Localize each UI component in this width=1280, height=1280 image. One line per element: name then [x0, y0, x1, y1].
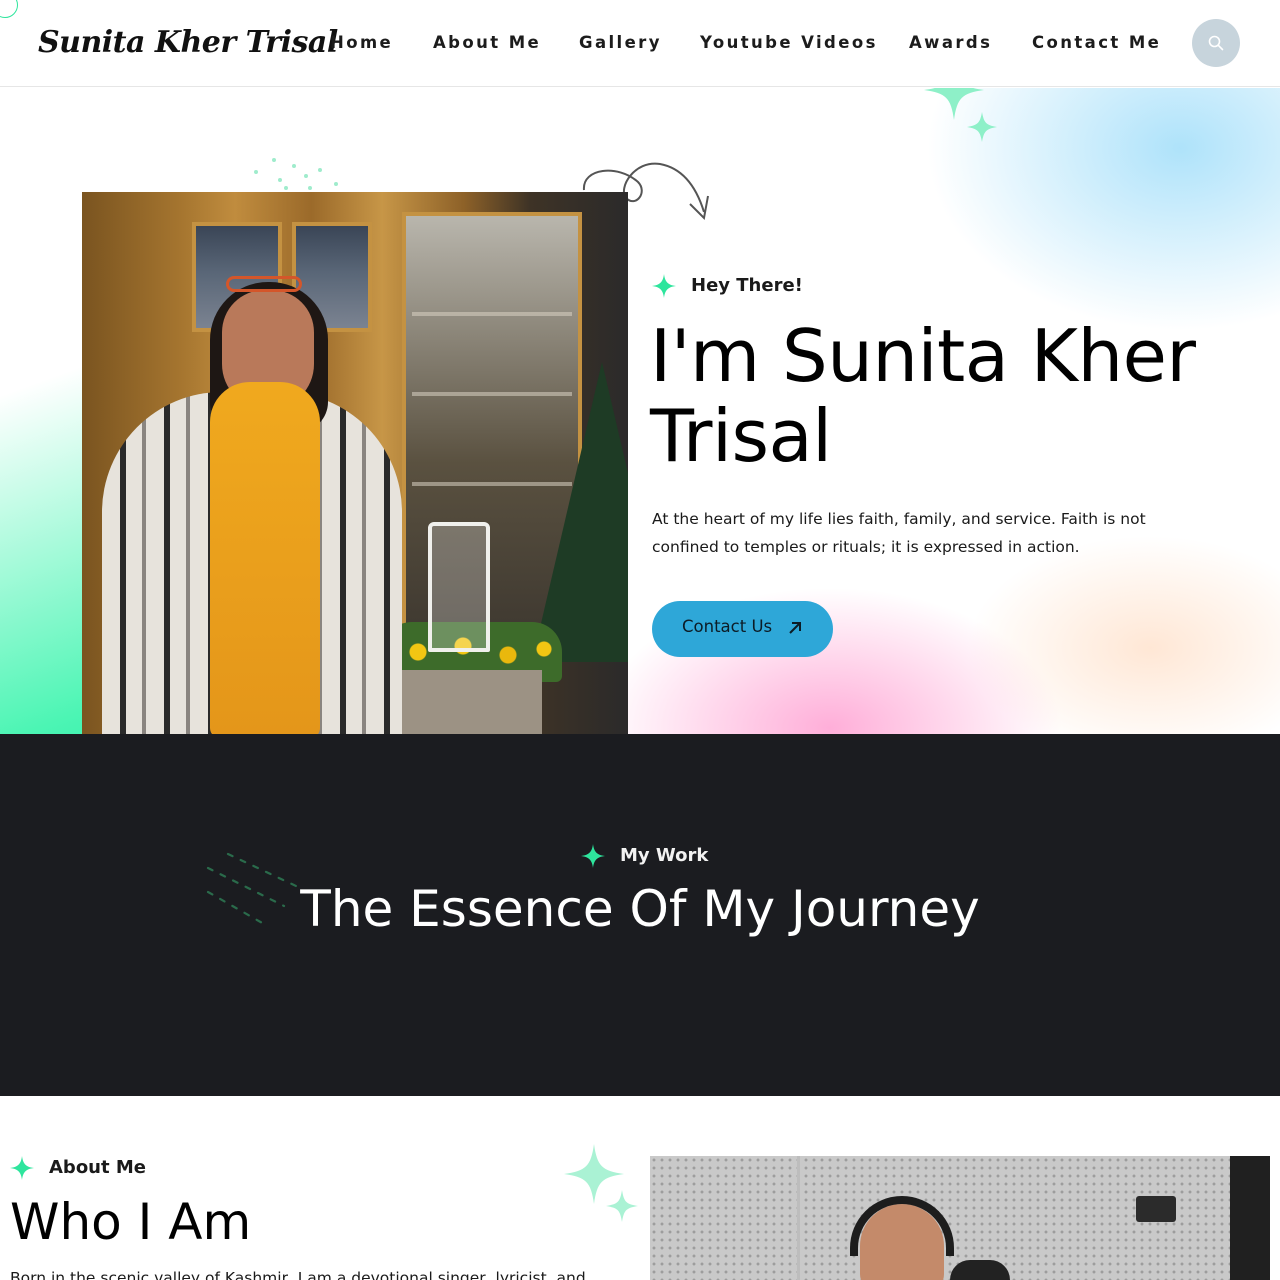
nav-home[interactable]: Home	[330, 30, 393, 56]
about-eyebrow-label: About Me	[49, 1157, 146, 1178]
sparkle-icon	[10, 1156, 34, 1180]
my-work-section: My Work The Essence Of My Journey	[0, 734, 1280, 1096]
about-section: About Me Who I Am Born in the scenic val…	[0, 1096, 1280, 1280]
hero-eyebrow-label: Hey There!	[691, 275, 803, 296]
nav-about-me[interactable]: About Me	[433, 30, 541, 56]
nav-youtube-videos[interactable]: Youtube Videos	[700, 30, 878, 56]
hero-description: At the heart of my life lies faith, fami…	[652, 510, 1146, 556]
about-text: Born in the scenic valley of Kashmir, I …	[10, 1269, 586, 1280]
site-header: Sunita Kher Trisal Home About Me Gallery…	[0, 0, 1280, 87]
contact-us-button[interactable]: Contact Us	[652, 601, 833, 657]
sparkle-icon	[652, 274, 676, 298]
about-title: Who I Am	[10, 1193, 252, 1251]
hero-section: Hey There! I'm Sunita Kher Trisal At the…	[0, 88, 1280, 734]
work-eyebrow-label: My Work	[620, 845, 709, 866]
search-icon	[1208, 35, 1224, 51]
portrait-photo	[82, 192, 628, 734]
studio-recording-photo	[650, 1156, 1270, 1280]
sparkle-icon	[581, 844, 605, 868]
sparkle-icon	[564, 1144, 638, 1222]
search-button[interactable]	[1192, 19, 1240, 67]
dots-decoration	[254, 158, 338, 190]
nav-contact-me[interactable]: Contact Me	[1032, 30, 1161, 56]
nav-gallery[interactable]: Gallery	[579, 30, 662, 56]
sparkle-icon	[924, 88, 997, 142]
main-nav: Home About Me Gallery Youtube Videos Awa…	[0, 0, 1280, 87]
nav-awards[interactable]: Awards	[909, 30, 992, 56]
work-title: The Essence Of My Journey	[300, 880, 980, 938]
hero-title: I'm Sunita Kher Trisal	[650, 314, 1196, 478]
arrow-up-right-icon	[789, 622, 801, 634]
contact-us-label: Contact Us	[682, 617, 773, 636]
